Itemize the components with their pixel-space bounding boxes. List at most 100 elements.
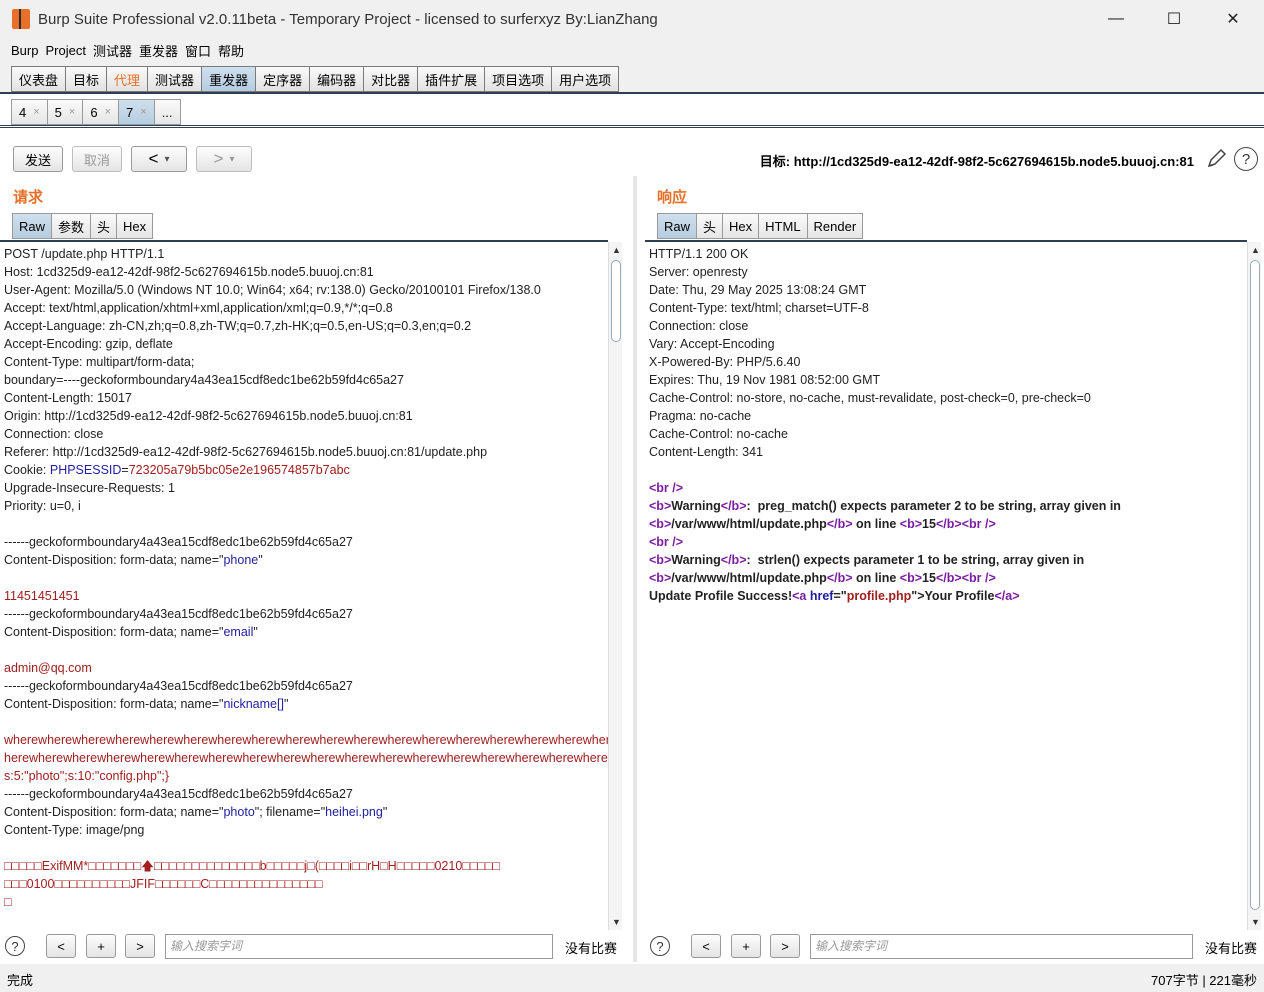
request-line: Accept-Language: zh-CN,zh;q=0.8,zh-TW;q=… [4, 319, 472, 333]
response-search-input[interactable]: 输入搜索字词 [810, 934, 1193, 959]
split-divider[interactable] [633, 176, 637, 962]
repeater-tab-bar: 4 × 5 × 6 × 7 × ... [0, 94, 1264, 128]
request-tab-headers[interactable]: 头 [90, 213, 118, 239]
repeater-tab-label: 5 [54, 104, 62, 120]
response-tab-raw[interactable]: Raw [657, 213, 698, 239]
repeater-tab-4[interactable]: 4 × [11, 99, 48, 125]
request-editor[interactable]: POST /update.php HTTP/1.1 Host: 1cd325d9-… [0, 240, 608, 930]
help-icon[interactable]: ? [650, 936, 670, 956]
request-line: Content-Length: 15017 [4, 391, 132, 405]
response-tab-html[interactable]: HTML [758, 213, 808, 239]
request-line: □□□□□ExifMM*□□□□□□□🡅□□□□□□□□□□□□□□b□□□□□… [4, 859, 501, 873]
menu-window[interactable]: 窗口 [185, 41, 211, 60]
menu-intruder[interactable]: 测试器 [93, 41, 132, 60]
close-tab-icon[interactable]: × [33, 106, 39, 118]
tab-dashboard[interactable]: 仪表盘 [11, 66, 67, 92]
search-add-button[interactable]: + [731, 934, 761, 958]
response-scrollbar[interactable]: ▲ ▼ [1247, 242, 1261, 930]
tab-intruder[interactable]: 测试器 [147, 66, 203, 92]
close-tab-icon[interactable]: × [69, 106, 75, 118]
tab-target[interactable]: 目标 [65, 66, 108, 92]
dropdown-icon: ▾ [229, 153, 235, 165]
dropdown-icon: ▾ [164, 153, 170, 165]
response-line: Content-Length: 341 [649, 445, 763, 459]
request-line [0, 839, 608, 857]
response-line: Cache-Control: no-store, no-cache, must-… [649, 391, 1091, 405]
repeater-tab-new[interactable]: ... [153, 99, 181, 125]
request-tab-hex[interactable]: Hex [116, 213, 154, 239]
response-tab-headers[interactable]: 头 [696, 213, 724, 239]
back-button[interactable]: < ▾ [131, 146, 187, 172]
repeater-tab-6[interactable]: 6 × [82, 99, 120, 125]
send-button[interactable]: 发送 [13, 146, 63, 172]
burp-logo-icon [10, 8, 32, 30]
tab-proxy[interactable]: 代理 [106, 66, 149, 92]
back-arrow-icon: < [148, 149, 159, 168]
request-line: Priority: u=0, i [4, 499, 81, 513]
cancel-button[interactable]: 取消 [72, 146, 122, 172]
request-match-count: 没有比赛 [565, 941, 618, 956]
tab-decoder[interactable]: 编码器 [309, 66, 365, 92]
response-line: <b>/var/www/html/update.php</b> on line … [649, 517, 996, 531]
main-tab-bar: 仪表盘 目标 代理 测试器 重发器 定序器 编码器 对比器 插件扩展 项目选项 … [0, 62, 1264, 94]
response-tab-render[interactable]: Render [806, 213, 864, 239]
target-label: 目标: http://1cd325d9-ea12-42df-98f2-5c627… [759, 154, 1194, 169]
request-line: POST /update.php HTTP/1.1 [4, 247, 165, 261]
response-line: HTTP/1.1 200 OK [649, 247, 749, 261]
request-line: Content-Disposition: form-data; name="ph… [4, 805, 388, 819]
request-line [0, 713, 608, 731]
response-line: <br /> [649, 481, 684, 495]
request-line: ------geckoformboundary4a43ea15cdf8edc1b… [4, 607, 353, 621]
request-tab-params[interactable]: 参数 [51, 213, 92, 239]
scroll-up-icon[interactable]: ▲ [1251, 245, 1260, 255]
request-tab-raw[interactable]: Raw [12, 213, 53, 239]
help-icon[interactable]: ? [5, 936, 25, 956]
tab-repeater[interactable]: 重发器 [201, 66, 257, 92]
response-line: Vary: Accept-Encoding [649, 337, 775, 351]
response-title: 响应 [657, 189, 688, 206]
search-next-button[interactable]: > [770, 934, 800, 958]
help-icon[interactable]: ? [1234, 147, 1258, 171]
scroll-up-icon[interactable]: ▲ [612, 245, 621, 255]
repeater-tab-7[interactable]: 7 × [118, 99, 155, 125]
minimize-button[interactable]: — [1096, 6, 1136, 32]
tab-project-options[interactable]: 项目选项 [484, 66, 553, 92]
request-scrollbar[interactable]: ▲ ▼ [608, 242, 622, 930]
search-next-button[interactable]: > [125, 934, 155, 958]
response-view-tabs: Raw 头 Hex HTML Render [657, 213, 864, 239]
menu-help[interactable]: 帮助 [218, 41, 244, 60]
response-editor[interactable]: HTTP/1.1 200 OK Server: openresty Date: Th… [645, 240, 1247, 930]
forward-button[interactable]: > ▾ [196, 146, 252, 172]
tab-user-options[interactable]: 用户选项 [551, 66, 620, 92]
response-line: <b>Warning</b>: preg_match() expects par… [649, 499, 1121, 513]
search-add-button[interactable]: + [86, 934, 116, 958]
search-prev-button[interactable]: < [691, 934, 721, 958]
search-prev-button[interactable]: < [46, 934, 76, 958]
menu-repeater[interactable]: 重发器 [139, 41, 178, 60]
close-button[interactable]: ✕ [1213, 6, 1253, 32]
scroll-down-icon[interactable]: ▼ [1251, 917, 1260, 927]
scroll-down-icon[interactable]: ▼ [612, 917, 621, 927]
title-bar: Burp Suite Professional v2.0.11beta - Te… [0, 0, 1264, 38]
close-tab-icon[interactable]: × [105, 106, 111, 118]
tab-sequencer[interactable]: 定序器 [255, 66, 311, 92]
response-line: Content-Type: text/html; charset=UTF-8 [649, 301, 869, 315]
menu-project[interactable]: Project [45, 43, 85, 58]
request-search-input[interactable]: 输入搜索字词 [165, 934, 553, 959]
maximize-button[interactable]: ☐ [1154, 6, 1194, 32]
tab-extender[interactable]: 插件扩展 [417, 66, 486, 92]
request-line: ------geckoformboundary4a43ea15cdf8edc1b… [4, 535, 353, 549]
response-line: <b>Warning</b>: strlen() expects paramet… [649, 553, 1085, 567]
request-line: s:5:"photo";s:10:"config.php";} [4, 769, 170, 783]
edit-target-icon[interactable] [1206, 147, 1228, 169]
request-line: ------geckoformboundary4a43ea15cdf8edc1b… [4, 787, 353, 801]
scroll-thumb[interactable] [1250, 260, 1260, 910]
request-line: admin@qq.com [4, 661, 92, 675]
tab-comparer[interactable]: 对比器 [363, 66, 419, 92]
menu-burp[interactable]: Burp [11, 43, 38, 58]
request-line: Connection: close [4, 427, 104, 441]
scroll-thumb[interactable] [611, 260, 621, 342]
close-tab-icon[interactable]: × [140, 106, 146, 118]
response-tab-hex[interactable]: Hex [722, 213, 760, 239]
repeater-tab-5[interactable]: 5 × [46, 99, 84, 125]
